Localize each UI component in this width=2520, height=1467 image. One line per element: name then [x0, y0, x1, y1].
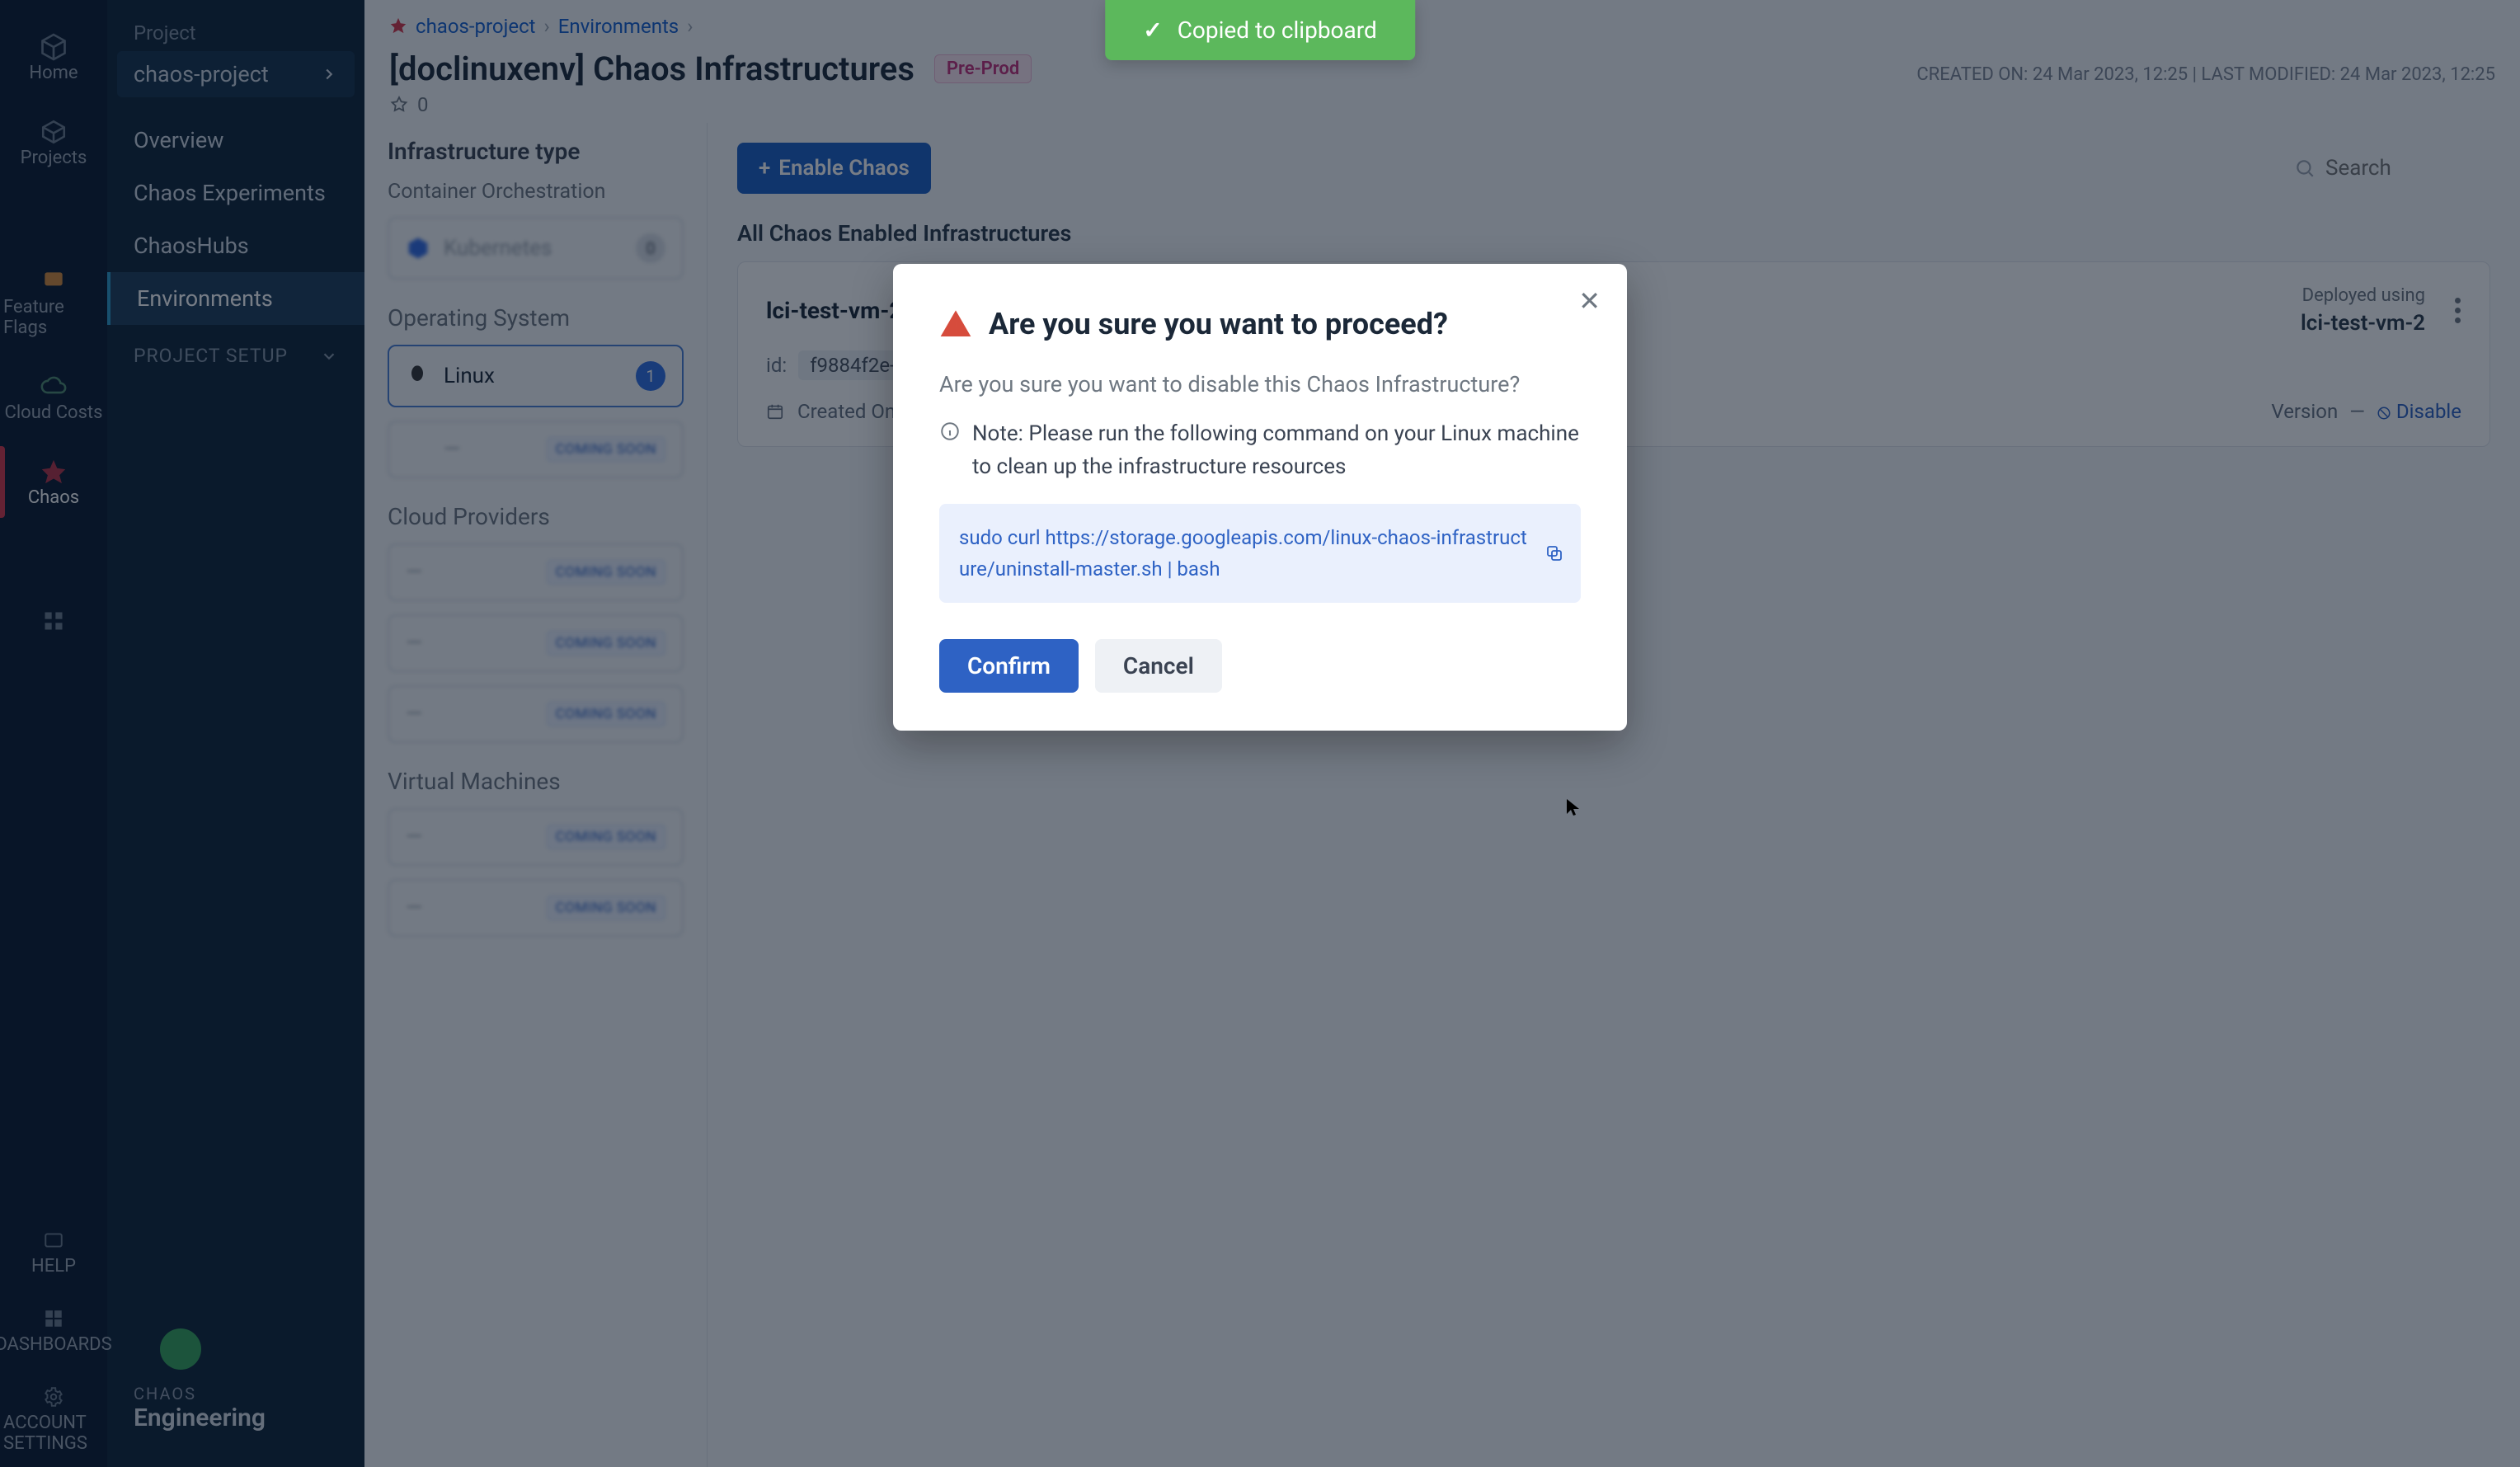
warning-icon [939, 308, 972, 341]
copy-code-button[interactable] [1544, 543, 1564, 563]
modal-scrim[interactable]: ✕ Are you sure you want to proceed? Are … [0, 0, 2520, 1467]
code-text: sudo curl https://storage.googleapis.com… [959, 526, 1527, 581]
confirm-button[interactable]: Confirm [939, 639, 1079, 693]
confirm-modal: ✕ Are you sure you want to proceed? Are … [893, 264, 1627, 731]
info-icon [939, 421, 961, 442]
modal-note: Note: Please run the following command o… [972, 417, 1581, 484]
cancel-button[interactable]: Cancel [1095, 639, 1222, 693]
code-box: sudo curl https://storage.googleapis.com… [939, 504, 1581, 604]
close-icon[interactable]: ✕ [1578, 285, 1601, 317]
toast-text: Copied to clipboard [1178, 16, 1377, 44]
check-icon: ✓ [1143, 16, 1162, 44]
modal-title: Are you sure you want to proceed? [989, 307, 1448, 341]
toast-copied: ✓ Copied to clipboard [1105, 0, 1415, 60]
modal-body: Are you sure you want to disable this Ch… [939, 371, 1581, 397]
